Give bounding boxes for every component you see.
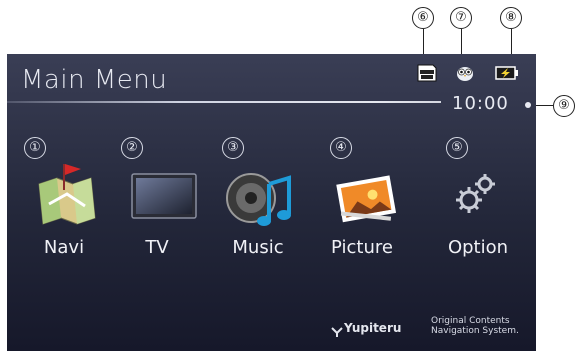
brand-tagline: Original Contents Navigation System. [431,316,519,336]
menu-item-music[interactable]: ③ Music [213,137,303,289]
clock: 10:00 [452,93,509,114]
map-icon [19,154,109,234]
battery-charging-icon [495,65,518,83]
brand-name: Yupiteru [344,321,402,335]
music-icon [213,154,303,234]
yupiteru-logo-icon [331,323,343,342]
gears-icon [433,154,523,234]
main-menu-screen: Main Menu 10:00 ① Navi ② TV ③ Music ④ Pi… [7,54,536,351]
page-title: Main Menu [21,65,168,95]
menu-item-navi-label: Navi [43,237,85,258]
menu-item-tv[interactable]: ② TV [112,137,202,289]
tv-icon [112,154,202,234]
callout-9: ⑨ [553,95,575,117]
callout-8: ⑧ [500,7,522,29]
menu-item-music-label: Music [232,237,284,258]
callout-7: ⑦ [450,7,472,29]
menu-item-picture-label: Picture [331,237,393,258]
menu-item-picture[interactable]: ④ Picture [317,137,407,289]
brand-tagline-line1: Original Contents [431,316,510,326]
menu-item-tv-label: TV [145,237,169,258]
title-divider [7,101,441,103]
callout-6: ⑥ [412,7,434,29]
menu-item-option[interactable]: ⑤ Option [433,137,523,289]
clock-dot [525,102,531,108]
micro-sd-card-icon [416,64,438,82]
brand-tagline-line2: Navigation System. [431,326,519,336]
menu-item-navi[interactable]: ① Navi [19,137,109,289]
owl-icon [454,64,476,82]
menu-item-option-label: Option [447,237,509,258]
picture-icon [317,154,407,234]
